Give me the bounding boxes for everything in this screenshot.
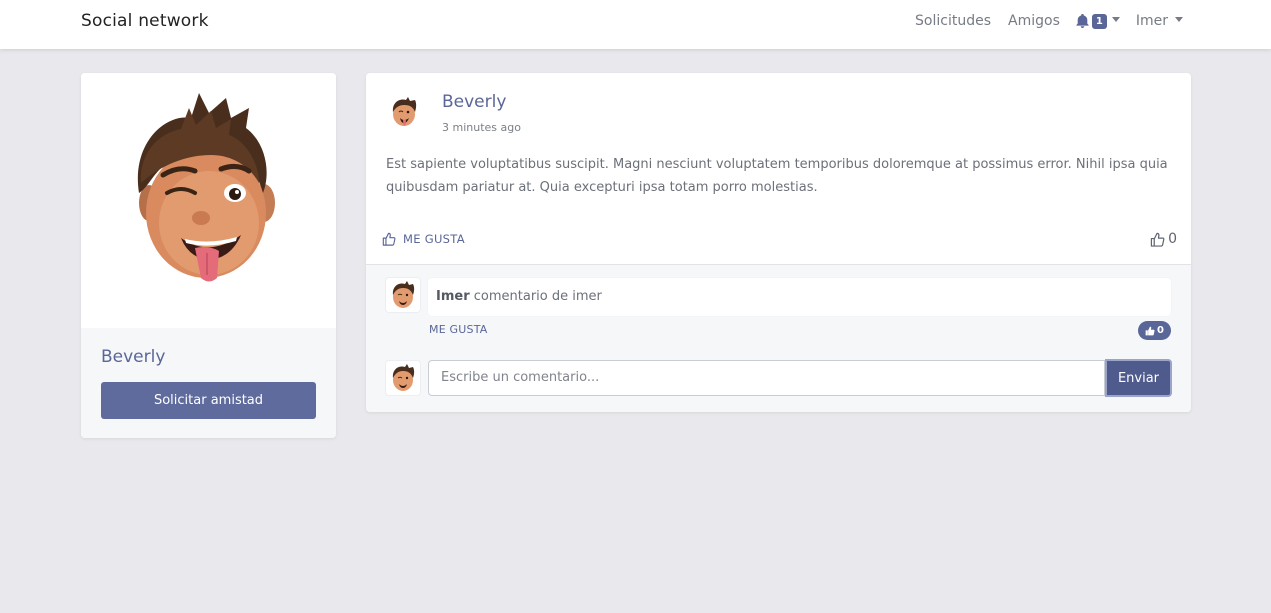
post-timestamp: 3 minutes ago: [442, 121, 521, 134]
comment-bubble: Imer comentario de imer: [428, 278, 1171, 316]
thumbs-up-icon: [1150, 232, 1165, 247]
post-body-text: Est sapiente voluptatibus suscipit. Magn…: [386, 157, 1168, 195]
comment-text: comentario de imer: [473, 289, 602, 304]
comment-like-count-value: 0: [1157, 325, 1164, 336]
chevron-down-icon: [1175, 16, 1183, 22]
post-author-avatar: [392, 97, 417, 126]
post-author-name[interactable]: Beverly: [442, 92, 506, 112]
notification-count-badge: 1: [1091, 13, 1107, 29]
post-like-label: ME GUSTA: [403, 232, 465, 246]
post-like-count-value: 0: [1168, 231, 1177, 247]
comment-input[interactable]: [428, 360, 1105, 396]
current-user-avatar: [386, 361, 420, 395]
profile-card: Beverly Solicitar amistad: [81, 73, 336, 438]
notifications-dropdown[interactable]: 1: [1076, 13, 1120, 29]
nav-link-amigos[interactable]: Amigos: [1008, 13, 1060, 29]
nav-link-solicitudes[interactable]: Solicitudes: [915, 13, 991, 29]
thumbs-up-icon: [1145, 326, 1155, 335]
bell-icon: [1076, 14, 1089, 28]
profile-card-footer: Beverly Solicitar amistad: [81, 328, 336, 438]
chevron-down-icon: [1111, 16, 1120, 22]
navbar-menu: Solicitudes Amigos 1 Imer: [915, 13, 1183, 29]
profile-name[interactable]: Beverly: [101, 347, 165, 367]
comment-author-name[interactable]: Imer: [436, 289, 470, 304]
post-like-count: 0: [1150, 231, 1177, 247]
user-menu-label: Imer: [1135, 13, 1168, 29]
request-friendship-button[interactable]: Solicitar amistad: [101, 382, 316, 419]
send-comment-button[interactable]: Enviar: [1105, 359, 1172, 397]
profile-avatar: [81, 73, 336, 328]
comment-like-button[interactable]: ME GUSTA: [429, 323, 488, 336]
post-like-button[interactable]: ME GUSTA: [382, 232, 465, 246]
memoji-avatar-image: [137, 93, 275, 282]
comment-like-count-badge: 0: [1138, 321, 1171, 340]
comments-section: Imer comentario de imer ME GUSTA 0 Envia…: [366, 264, 1191, 412]
comment-author-avatar: [386, 278, 420, 312]
top-navbar: Social network Solicitudes Amigos 1 Imer: [0, 0, 1271, 49]
user-menu-dropdown[interactable]: Imer: [1136, 13, 1183, 29]
status-post-card: Beverly 3 minutes ago Est sapiente volup…: [366, 73, 1191, 412]
brand-link[interactable]: Social network: [81, 11, 209, 31]
thumbs-up-icon: [382, 232, 396, 246]
